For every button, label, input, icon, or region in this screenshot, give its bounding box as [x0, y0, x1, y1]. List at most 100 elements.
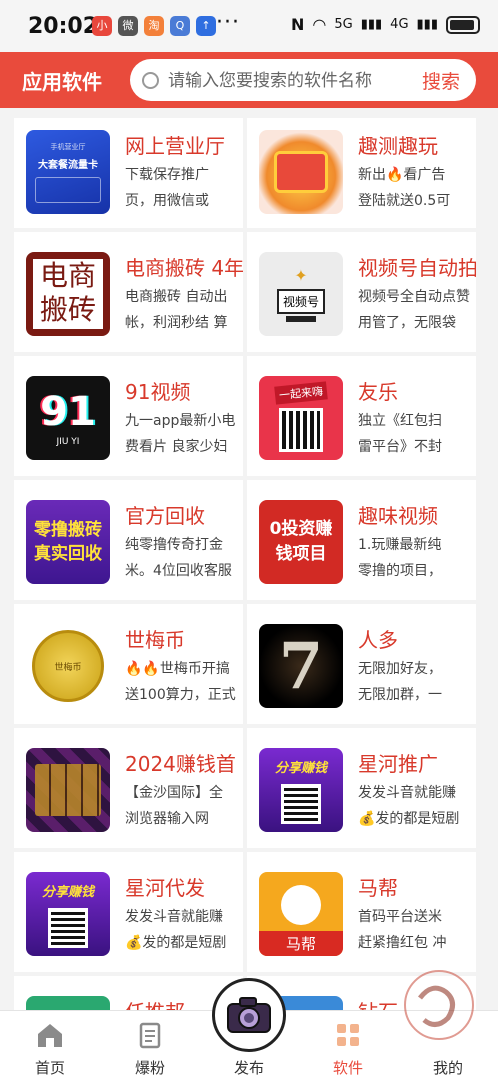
qr-code-icon: [281, 783, 321, 824]
app-thumbnail: 电商搬砖: [26, 252, 110, 336]
thumb-text: 0投资赚钱项目: [269, 519, 333, 564]
thumb-text: 一起来嗨: [274, 381, 328, 405]
app-grid: 手机营业厅 大套餐流量卡 网上营业厅 下载保存推广 页，用微信或 趣测趣玩 新出…: [14, 108, 484, 1018]
app-card[interactable]: 分享赚钱 星河代发 发发斗音就能赚 💰发的都是短剧: [14, 852, 243, 972]
app-title: 91视频: [125, 380, 191, 404]
app-title: 星河推广: [358, 752, 438, 776]
app-card[interactable]: 零撸搬砖真实回收 官方回收 纯零撸传奇打金 米。4位回收客服: [14, 480, 243, 600]
nav-label: 我的: [432, 1059, 463, 1077]
app-desc: 新出🔥看广告 登陆就送0.5可: [358, 162, 474, 214]
app-header: 应用软件 搜索: [0, 52, 498, 108]
status-time: 20:02: [28, 14, 99, 39]
apps-icon: [337, 1024, 359, 1046]
nfc-icon: N: [290, 15, 305, 34]
app-thumbnail: 分享赚钱: [26, 872, 110, 956]
notification-app-icon: 小: [92, 16, 112, 36]
app-desc-line: 新出🔥看广告: [358, 167, 446, 183]
app-card[interactable]: 2024赚钱首 【金沙国际】全 浏览器输入网: [14, 728, 243, 848]
thumb-text: 零撸搬砖真实回收: [34, 520, 102, 564]
butterfly-icon: ✦: [294, 266, 308, 285]
signal-icon: ▮▮▮: [360, 17, 383, 32]
app-thumbnail: [26, 748, 110, 832]
search-icon: [142, 72, 159, 89]
app-card[interactable]: 91 JIU YI 91视频 九一app最新小电 费看片 良家少妇: [14, 356, 243, 476]
app-desc-line: 首码平台送米: [358, 909, 442, 925]
app-desc-line: 1.玩赚最新纯: [358, 537, 442, 553]
watermark-seal-icon: [404, 970, 474, 1040]
monitor-stand: [286, 316, 316, 322]
nav-fans[interactable]: 爆粉: [110, 1011, 190, 1081]
home-icon: [38, 1024, 62, 1047]
app-desc: 发发斗音就能赚 💰发的都是短剧: [358, 780, 474, 832]
publish-camera-button[interactable]: [212, 978, 286, 1052]
app-desc-line: 无限加好友，: [358, 661, 442, 677]
app-desc-line: 九一app最新小电: [125, 413, 236, 429]
app-card[interactable]: 电商搬砖 电商搬砖 4年 电商搬砖 自动出 帐，利润秒结 算: [14, 232, 243, 352]
app-title: 人多: [358, 628, 398, 652]
app-desc-line: 【金沙国际】全: [125, 785, 223, 801]
app-card[interactable]: 马帮 马帮 首码平台送米 赶紧撸红包 冲: [247, 852, 476, 972]
app-desc: 1.玩赚最新纯 零撸的项目，: [358, 532, 474, 584]
status-bar: 20:02 小 微 淘 Q ↑ ··· N ◠ 5G ▮▮▮ 4G ▮▮▮: [0, 0, 498, 52]
app-desc-line: 页，用微信或: [125, 193, 209, 209]
app-desc: 下载保存推广 页，用微信或: [125, 162, 241, 214]
camera-icon: [227, 997, 271, 1033]
app-thumbnail: 马帮: [259, 872, 343, 956]
thumb-sub: JIU YI: [56, 437, 80, 447]
app-card[interactable]: 7 人多 无限加好友， 无限加群，一: [247, 604, 476, 724]
app-desc-line: 下载保存推广: [125, 167, 209, 183]
app-desc-line: 视频号全自动点赞: [358, 289, 470, 305]
qr-code-icon: [279, 408, 323, 452]
app-desc: 无限加好友， 无限加群，一: [358, 656, 474, 708]
wifi-icon: ◠: [312, 15, 327, 34]
app-desc-line: 发发斗音就能赚: [358, 785, 456, 801]
page-title: 应用软件: [22, 70, 102, 94]
app-desc-line: 赶紧撸红包 冲: [358, 935, 447, 951]
app-title: 网上营业厅: [125, 134, 225, 158]
app-desc-line: 💰发的都是短剧: [358, 811, 460, 827]
thumb-box: [35, 176, 101, 203]
app-title: 星河代发: [125, 876, 205, 900]
app-desc-line: 纯零撸传奇打金: [125, 537, 223, 553]
search-button[interactable]: 搜索: [422, 67, 460, 94]
app-thumbnail: 分享赚钱: [259, 748, 343, 832]
nav-app-icon: ↑: [196, 16, 216, 36]
app-thumbnail: 91 JIU YI: [26, 376, 110, 460]
app-title: 趣测趣玩: [358, 134, 438, 158]
app-card[interactable]: 世梅币 世梅币 🔥🔥世梅币开搞 送100算力，正式: [14, 604, 243, 724]
app-thumbnail: 7: [259, 624, 343, 708]
app-desc-line: 零撸的项目，: [358, 563, 442, 579]
qq-icon: Q: [170, 16, 190, 36]
app-title: 马帮: [358, 876, 398, 900]
qr-code-icon: [48, 907, 88, 948]
app-title: 趣味视频: [358, 504, 438, 528]
thumb-text: 91: [40, 389, 96, 435]
app-card[interactable]: 一起来嗨 友乐 独立《红包扫 雷平台》不封: [247, 356, 476, 476]
coin-icon: 世梅币: [32, 630, 104, 702]
app-desc-line: 雷平台》不封: [358, 439, 442, 455]
nav-home[interactable]: 首页: [10, 1011, 90, 1081]
signal-icon-2: ▮▮▮: [416, 17, 438, 32]
app-thumbnail: [259, 130, 343, 214]
treasure-chest-icon: [274, 151, 328, 193]
thumb-text: 马帮: [259, 931, 343, 956]
nav-software[interactable]: 软件: [308, 1011, 388, 1081]
app-desc-line: 电商搬砖 自动出: [125, 289, 228, 305]
app-card[interactable]: ✦ 视频号 视频号自动拍 视频号全自动点赞 用管了，无限袋: [247, 232, 476, 352]
app-desc-line: 送100算力，正式: [125, 687, 236, 703]
app-title: 视频号自动拍: [358, 256, 476, 280]
document-icon: [139, 1022, 161, 1049]
app-desc-line: 独立《红包扫: [358, 413, 442, 429]
wechat-icon: 微: [118, 16, 138, 36]
search-input[interactable]: [166, 65, 410, 97]
status-app-icons: 小 微 淘 Q ↑: [92, 16, 216, 36]
app-card[interactable]: 趣测趣玩 新出🔥看广告 登陆就送0.5可: [247, 118, 476, 228]
app-card[interactable]: 分享赚钱 星河推广 发发斗音就能赚 💰发的都是短剧: [247, 728, 476, 848]
app-title: 世梅币: [125, 628, 185, 652]
app-card[interactable]: 手机营业厅 大套餐流量卡 网上营业厅 下载保存推广 页，用微信或: [14, 118, 243, 228]
app-card[interactable]: 0投资赚钱项目 趣味视频 1.玩赚最新纯 零撸的项目，: [247, 480, 476, 600]
search-box[interactable]: 搜索: [130, 59, 476, 101]
app-desc: 🔥🔥世梅币开搞 送100算力，正式: [125, 656, 241, 708]
thumb-text: 7: [278, 628, 324, 704]
app-title: 官方回收: [125, 504, 205, 528]
